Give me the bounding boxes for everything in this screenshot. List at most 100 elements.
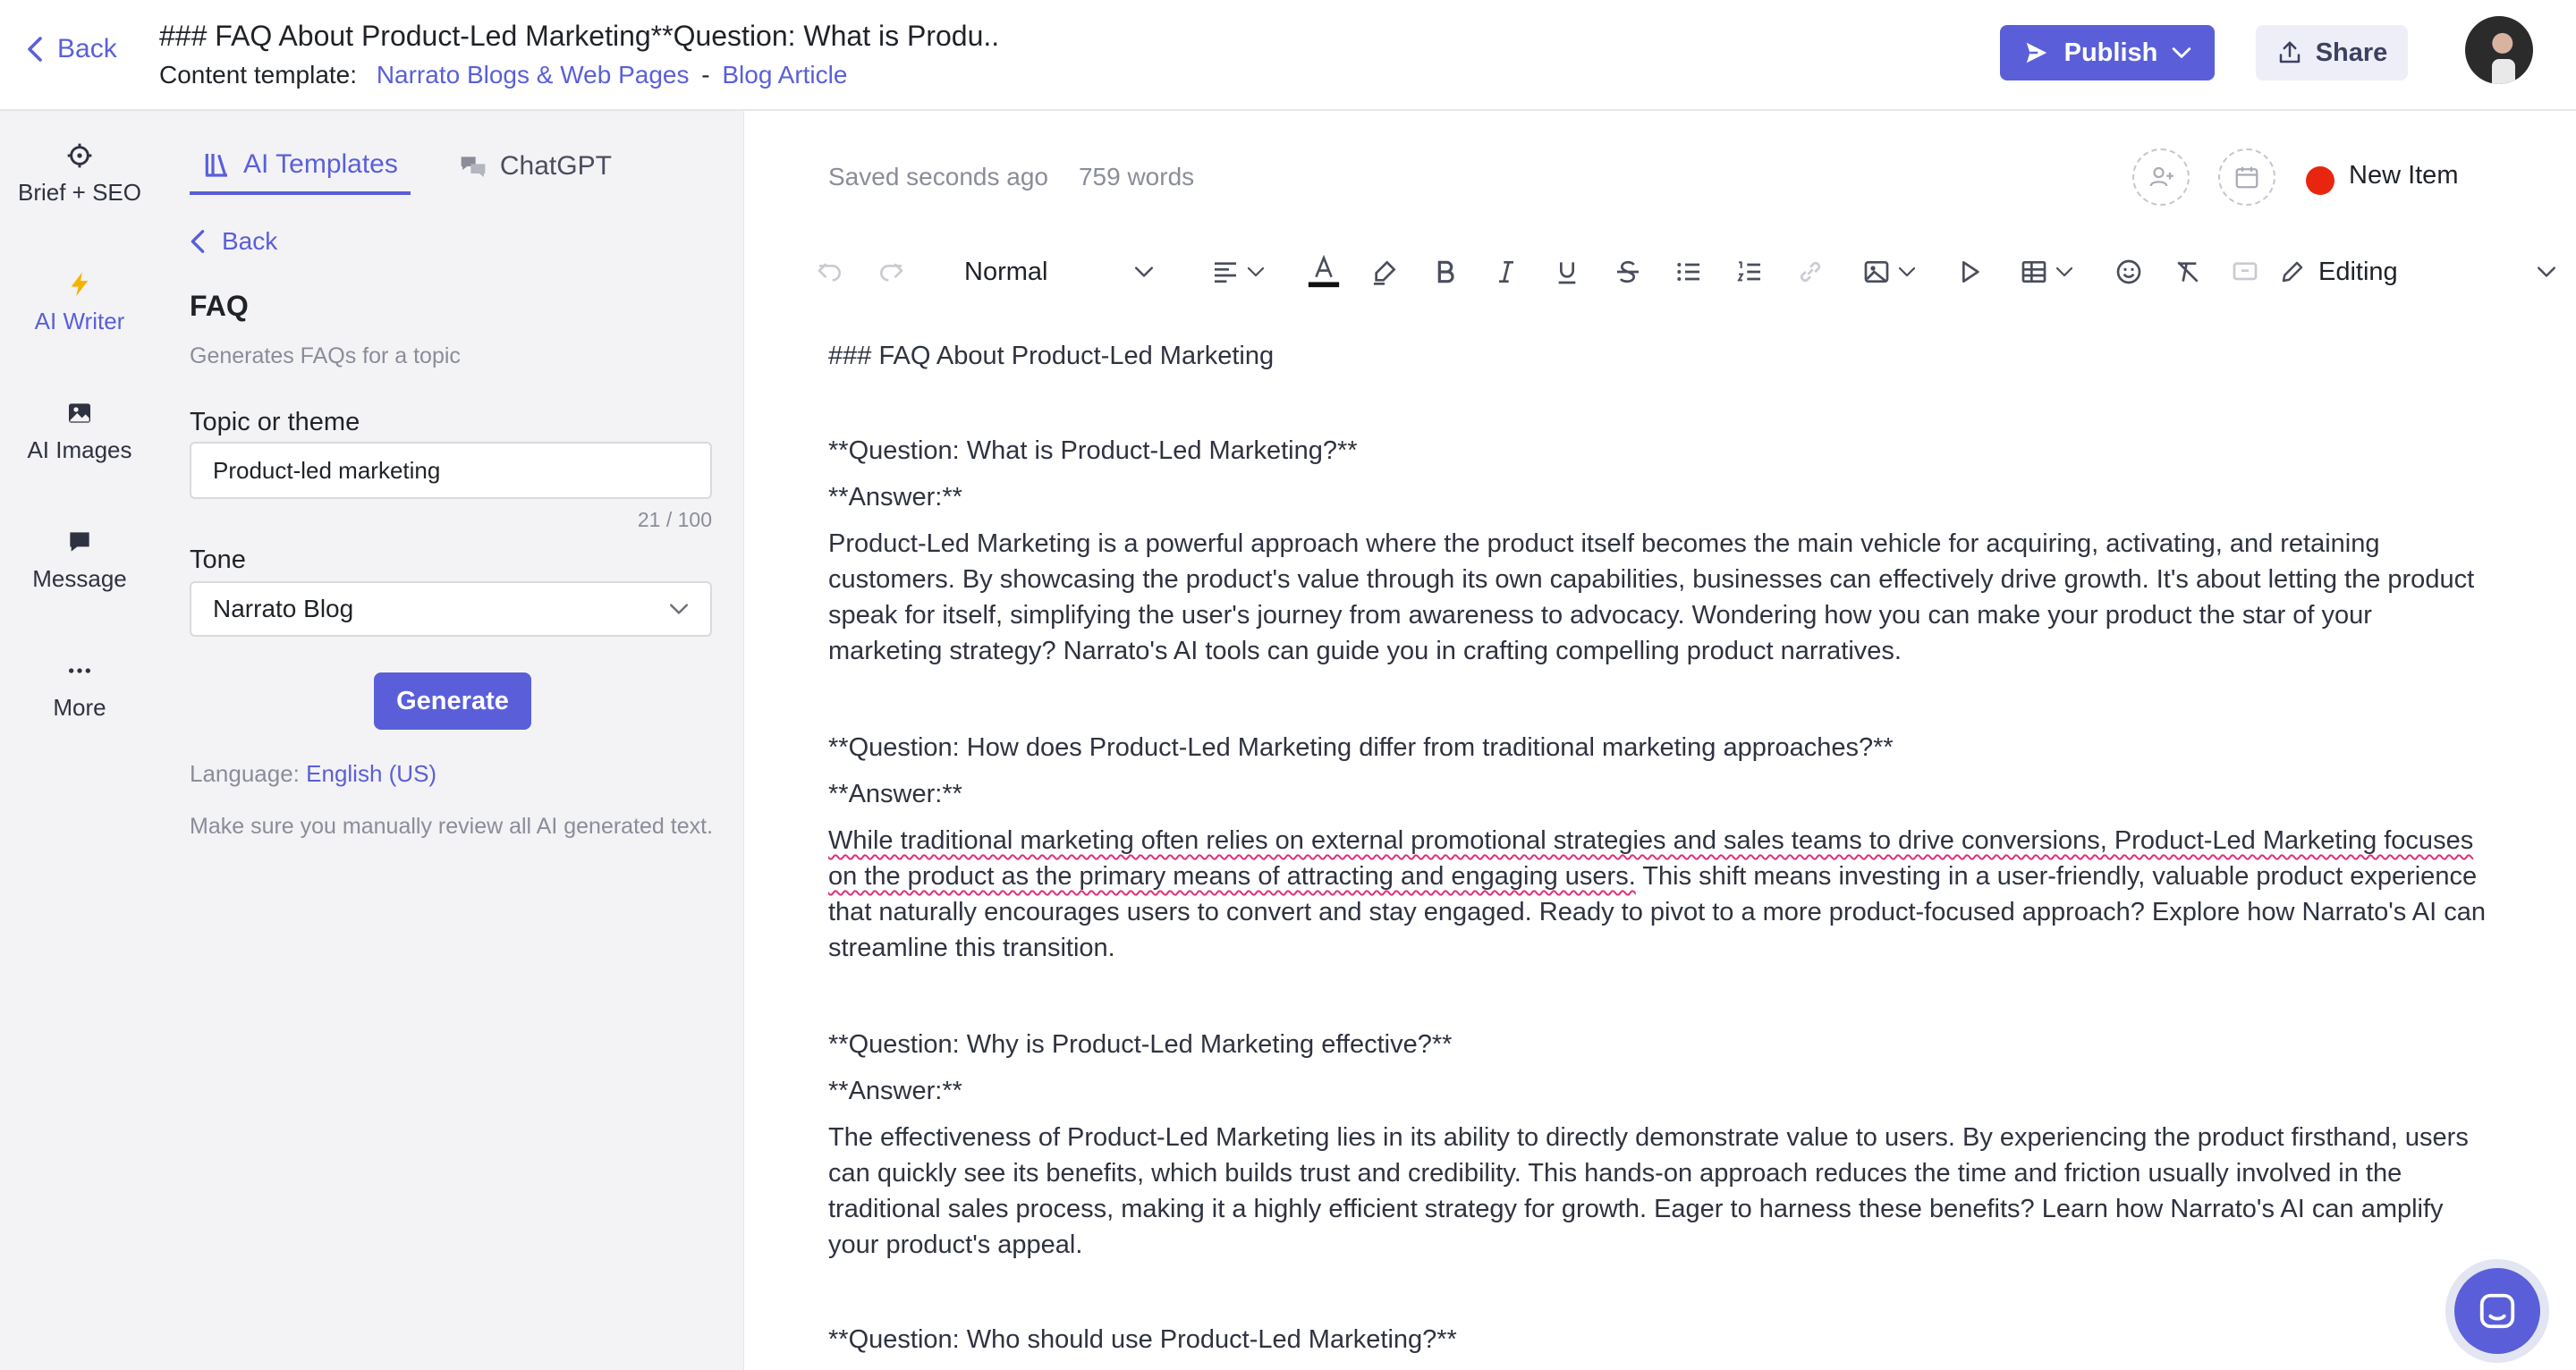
add-user-icon (2149, 166, 2174, 187)
undo-button[interactable] (812, 254, 848, 290)
nav-label: AI Writer (34, 308, 125, 334)
chevron-down-icon (1247, 266, 1265, 277)
bold-button[interactable] (1428, 254, 1463, 290)
tab-label: AI Templates (243, 149, 398, 179)
nav-item-message[interactable]: Message (0, 528, 159, 593)
tab-chatgpt[interactable]: ChatGPT (446, 138, 624, 195)
table-icon (2021, 261, 2046, 283)
language-line: Language: English (US) (190, 760, 436, 788)
template-description: Generates FAQs for a topic (190, 343, 461, 368)
faq-answer-label: **Answer:** (828, 483, 962, 512)
play-icon (1962, 261, 1979, 283)
italic-button[interactable] (1488, 254, 1524, 290)
strikethrough-button[interactable] (1610, 254, 1646, 290)
topic-input[interactable]: Product-led marketing (190, 442, 712, 499)
clear-format-button[interactable] (2170, 254, 2206, 290)
chat-bubble-icon (70, 532, 89, 552)
redo-button[interactable] (873, 254, 909, 290)
saved-status: Saved seconds ago (828, 163, 1048, 190)
faq-question: **Question: Why is Product-Led Marketing… (828, 1030, 1453, 1059)
bullet-list-button[interactable] (1671, 254, 1707, 290)
tone-select[interactable]: Narrato Blog (190, 581, 712, 637)
document-title[interactable]: ### FAQ About Product-Led Marketing**Que… (159, 20, 999, 53)
workflow-status-label[interactable]: New Item (2349, 161, 2458, 190)
chat-widget-icon (2479, 1293, 2515, 1329)
numbered-list-button[interactable] (1732, 254, 1767, 290)
template-prefix: Content template: (159, 61, 358, 89)
insert-video-button[interactable] (1952, 254, 1987, 290)
chevron-down-icon (2537, 266, 2556, 277)
comment-button[interactable] (2227, 254, 2263, 290)
emoji-button[interactable] (2111, 254, 2147, 290)
faq-question: **Question: How does Product-Led Marketi… (828, 733, 1894, 762)
left-nav: Brief + SEO AI Writer AI Images Message … (0, 111, 159, 1370)
chevron-down-icon (1898, 266, 1916, 277)
editor-toolbar: Normal Editing (812, 243, 2556, 300)
generate-button[interactable]: Generate (374, 672, 531, 730)
bold-icon (1437, 260, 1454, 283)
image-icon (1864, 261, 1889, 283)
template-category-link[interactable]: Narrato Blogs & Web Pages (377, 61, 690, 89)
support-chat-launcher[interactable] (2454, 1268, 2540, 1354)
comment-icon (2233, 262, 2258, 281)
nav-item-brief-seo[interactable]: Brief + SEO (0, 141, 159, 207)
text-color-button[interactable] (1299, 254, 1349, 290)
header-back-link[interactable]: Back (25, 34, 117, 64)
tab-label: ChatGPT (499, 151, 612, 181)
editor-area: Saved seconds ago 759 words New Item Nor… (744, 111, 2576, 1370)
bullet-list-icon (1677, 263, 1699, 281)
chevron-left-icon (28, 37, 42, 62)
link-button[interactable] (1792, 254, 1828, 290)
nav-item-ai-writer[interactable]: AI Writer (0, 270, 159, 335)
tab-ai-templates[interactable]: AI Templates (190, 138, 411, 195)
user-avatar[interactable] (2465, 16, 2533, 84)
assign-user-button[interactable] (2132, 148, 2190, 206)
insert-table-button[interactable] (2011, 254, 2082, 290)
content-template-line: Content template: Narrato Blogs & Web Pa… (159, 61, 847, 89)
chevron-down-icon (2173, 47, 2191, 58)
underline-button[interactable] (1549, 254, 1585, 290)
share-button[interactable]: Share (2256, 25, 2408, 80)
emoji-icon (2116, 259, 2141, 284)
panel-back-link[interactable]: Back (190, 227, 277, 256)
panel-tabs: AI Templates ChatGPT (190, 138, 624, 195)
due-date-button[interactable] (2218, 148, 2275, 206)
template-name-link[interactable]: Blog Article (722, 61, 847, 89)
underline-icon (1558, 262, 1576, 284)
numbered-list-icon (1737, 261, 1760, 282)
nav-label: Message (32, 565, 127, 592)
content-heading: ### FAQ About Product-Led Marketing (828, 342, 1275, 370)
ellipsis-icon (69, 668, 90, 673)
highlight-button[interactable] (1367, 254, 1402, 290)
nav-item-more[interactable]: More (0, 656, 159, 722)
chevron-down-icon (1134, 266, 1154, 277)
editor-status: Saved seconds ago 759 words (828, 163, 1194, 191)
template-heading: FAQ (190, 290, 249, 322)
ai-tool-panel: AI Templates ChatGPT Back FAQ Generates … (159, 111, 780, 1370)
nav-label: More (53, 694, 106, 721)
review-note: Make sure you manually review all AI gen… (190, 814, 714, 839)
nav-item-ai-images[interactable]: AI Images (0, 399, 159, 464)
insert-image-button[interactable] (1853, 254, 1925, 290)
link-icon (1800, 261, 1821, 283)
language-link[interactable]: English (US) (306, 760, 436, 787)
char-count: 21 / 100 (637, 508, 712, 531)
panel-back-label: Back (222, 227, 278, 255)
align-button[interactable] (1202, 254, 1274, 290)
chevron-down-icon (669, 604, 689, 614)
faq-answer-label: **Answer:** (828, 780, 962, 808)
crosshair-icon (67, 143, 92, 168)
paragraph-style-select[interactable]: Normal (964, 252, 1154, 292)
faq-question: **Question: Who should use Product-Led M… (828, 1325, 1457, 1354)
clear-format-icon (2177, 261, 2199, 283)
send-icon (2026, 42, 2046, 63)
image-icon (69, 403, 90, 423)
publish-button[interactable]: Publish (2000, 25, 2215, 80)
editing-mode-select[interactable]: Editing (2279, 252, 2556, 292)
pencil-icon (2282, 261, 2303, 283)
chevron-down-icon (2055, 266, 2073, 277)
faq-answer: The effectiveness of Product-Led Marketi… (828, 1123, 2469, 1259)
upload-icon (2279, 41, 2300, 63)
back-label: Back (57, 34, 117, 63)
tone-value: Narrato Blog (213, 595, 354, 622)
